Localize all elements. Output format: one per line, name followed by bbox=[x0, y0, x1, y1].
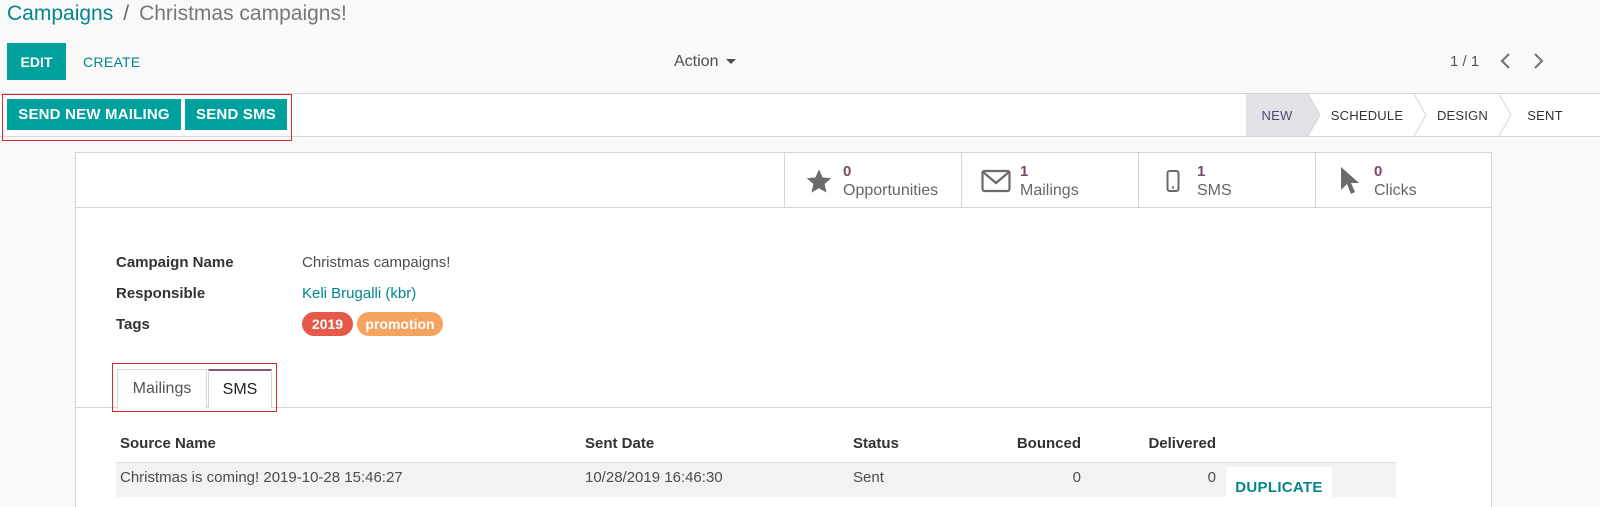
duplicate-button[interactable]: DUPLICATE bbox=[1226, 467, 1332, 507]
sms-count: 1 bbox=[1197, 162, 1206, 180]
column-header-delivered[interactable]: Delivered bbox=[1115, 435, 1216, 452]
tab-sms[interactable]: SMS bbox=[208, 369, 272, 408]
opportunities-smart-button[interactable]: 0 Opportunities bbox=[784, 153, 961, 208]
breadcrumb-campaigns-link[interactable]: Campaigns bbox=[7, 2, 113, 25]
mailings-smart-button[interactable]: 1 Mailings bbox=[961, 153, 1138, 208]
tab-mailings[interactable]: Mailings bbox=[117, 369, 207, 408]
clicks-count: 0 bbox=[1374, 162, 1383, 180]
clicks-smart-button[interactable]: 0 Clicks bbox=[1315, 153, 1491, 208]
mobile-icon bbox=[1157, 165, 1189, 197]
responsible-link[interactable]: Keli Brugalli (kbr) bbox=[302, 285, 416, 302]
mailings-count: 1 bbox=[1020, 162, 1029, 180]
tags-label: Tags bbox=[116, 316, 150, 333]
column-header-status[interactable]: Status bbox=[853, 435, 899, 452]
responsible-label: Responsible bbox=[116, 285, 206, 302]
envelope-icon bbox=[980, 165, 1012, 197]
star-icon bbox=[803, 165, 835, 197]
chevron-left-icon[interactable] bbox=[1500, 53, 1510, 69]
chevron-right-icon[interactable] bbox=[1534, 53, 1544, 69]
stage-new[interactable]: NEW bbox=[1246, 94, 1308, 136]
campaign-name-label: Campaign Name bbox=[116, 254, 234, 271]
send-sms-button[interactable]: SEND SMS bbox=[185, 99, 287, 130]
stage-chevrons bbox=[1300, 94, 1512, 136]
sms-smart-button[interactable]: 1 SMS bbox=[1138, 153, 1315, 208]
sms-label: SMS bbox=[1197, 181, 1232, 199]
breadcrumb-current: Christmas campaigns! bbox=[139, 2, 347, 25]
tag-badge: 2019 bbox=[302, 312, 353, 336]
cell-sent-date: 10/28/2019 16:46:30 bbox=[585, 469, 723, 486]
column-header-source-name[interactable]: Source Name bbox=[120, 435, 216, 452]
caret-down-icon bbox=[726, 59, 737, 64]
column-header-sent-date[interactable]: Sent Date bbox=[585, 435, 654, 452]
opportunities-count: 0 bbox=[843, 162, 852, 180]
pager-value[interactable]: 1 / 1 bbox=[1450, 43, 1479, 80]
cell-source-name: Christmas is coming! 2019-10-28 15:46:27 bbox=[120, 469, 403, 486]
send-new-mailing-button[interactable]: SEND NEW MAILING bbox=[7, 99, 181, 130]
cell-status: Sent bbox=[853, 469, 884, 486]
tab-divider bbox=[76, 407, 1491, 408]
mailings-label: Mailings bbox=[1020, 181, 1079, 199]
cell-delivered: 0 bbox=[1207, 469, 1216, 486]
action-label: Action bbox=[674, 52, 719, 70]
opportunities-label: Opportunities bbox=[843, 181, 939, 199]
breadcrumb-separator: / bbox=[123, 2, 130, 25]
campaign-name-value: Christmas campaigns! bbox=[302, 254, 451, 271]
column-header-bounced[interactable]: Bounced bbox=[981, 435, 1081, 452]
clicks-label: Clicks bbox=[1374, 181, 1417, 199]
cell-bounced: 0 bbox=[1072, 469, 1081, 486]
edit-button[interactable]: EDIT bbox=[7, 43, 66, 80]
cursor-icon bbox=[1334, 165, 1366, 197]
tag-badge: promotion bbox=[357, 312, 443, 336]
action-dropdown[interactable]: Action bbox=[674, 43, 737, 80]
create-button[interactable]: CREATE bbox=[83, 43, 141, 80]
breadcrumb: Campaigns / Christmas campaigns! bbox=[7, 2, 347, 26]
pager-arrows bbox=[1500, 53, 1544, 69]
